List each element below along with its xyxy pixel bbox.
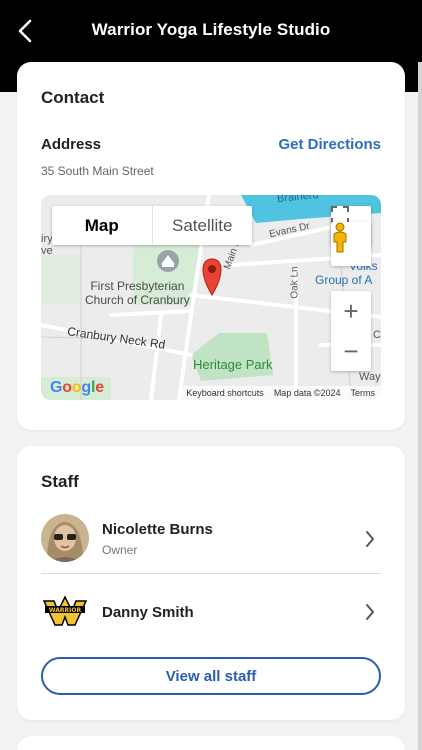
staff-card: Staff Nicolette Burns Owner WARRIOR Dann… (17, 446, 405, 720)
address-value: 35 South Main Street (41, 164, 154, 178)
get-directions-link[interactable]: Get Directions (278, 136, 381, 153)
satellite-tab[interactable]: Satellite (151, 206, 253, 245)
map-tab[interactable]: Map (52, 206, 152, 245)
pegman-icon (333, 222, 347, 253)
staff-name: Danny Smith (102, 604, 194, 621)
avatar (41, 514, 89, 562)
scrollbar[interactable] (418, 62, 422, 750)
view-all-staff-button[interactable]: View all staff (41, 657, 381, 695)
staff-role: Owner (102, 543, 138, 557)
zoom-in-button[interactable]: + (331, 291, 371, 331)
map-data-text: Map data ©2024 (273, 388, 341, 398)
map-footer: Keyboard shortcuts Map data ©2024 Terms (180, 386, 381, 400)
zoom-out-button[interactable]: − (331, 331, 371, 371)
map-label-iry: iry (41, 233, 53, 245)
map-label-oak: Oak Ln (289, 266, 301, 299)
avatar: WARRIOR (41, 585, 89, 633)
page-title: Warrior Yoga Lifestyle Studio (91, 20, 331, 39)
map-label-group: Group of A (315, 273, 373, 287)
map-label-park: Heritage Park (193, 357, 273, 372)
contact-title: Contact (41, 88, 105, 107)
staff-title: Staff (41, 472, 79, 491)
map-view[interactable]: First Presbyterian Church of Cranbury He… (41, 195, 381, 400)
street-view-button[interactable] (331, 222, 371, 266)
contact-card: Contact Address Get Directions 35 South … (17, 62, 405, 430)
svg-text:WARRIOR: WARRIOR (49, 607, 82, 614)
staff-row[interactable]: WARRIOR Danny Smith (41, 577, 381, 645)
keyboard-shortcuts-link[interactable]: Keyboard shortcuts (186, 388, 264, 398)
terms-link[interactable]: Terms (351, 388, 376, 398)
map-type-toggle: Map Satellite (52, 206, 252, 245)
staff-row[interactable]: Nicolette Burns Owner (41, 506, 381, 574)
zoom-controls: + − (331, 291, 371, 371)
chevron-right-icon (366, 604, 374, 620)
staff-name: Nicolette Burns (102, 521, 213, 538)
map-label-way: Way (359, 371, 381, 383)
map-label-ve: ve (41, 245, 53, 257)
next-card (17, 736, 405, 750)
google-logo: Google (50, 379, 104, 396)
address-label: Address (41, 136, 102, 153)
map-label-church: First Presbyterian Church of Cranbury (85, 279, 190, 307)
map-label-c: C (373, 329, 381, 341)
chevron-right-icon (366, 531, 374, 547)
